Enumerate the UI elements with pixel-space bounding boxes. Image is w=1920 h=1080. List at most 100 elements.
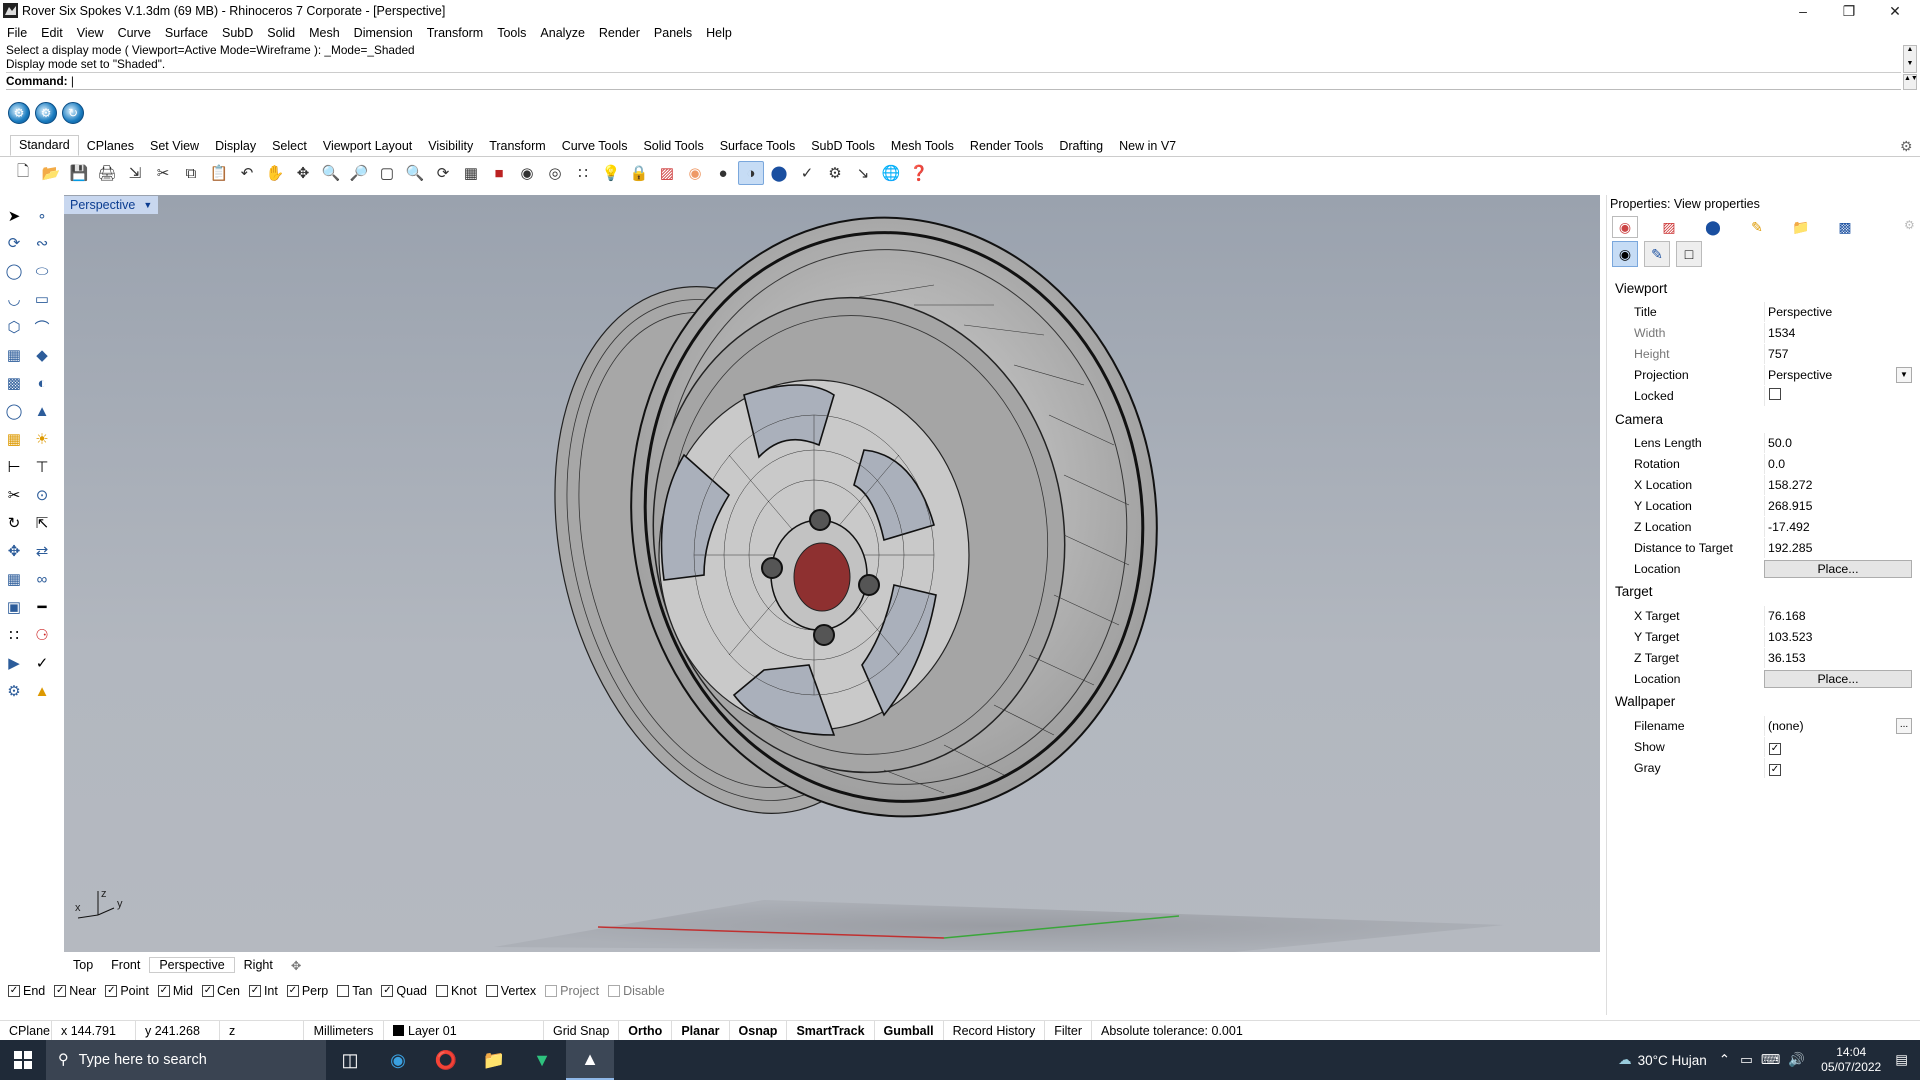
copy-icon[interactable]: ⧉ — [178, 161, 204, 185]
gear-blue-icon[interactable]: ⚙ — [35, 102, 57, 124]
layer-icon[interactable]: ▨ — [654, 161, 680, 185]
dropper-icon[interactable]: ✎ — [1644, 241, 1670, 267]
polyline-icon[interactable]: ⟳ — [2, 231, 26, 255]
extrude-icon[interactable]: ▲ — [30, 399, 54, 423]
rotation-field[interactable]: 0.0 — [1764, 454, 1912, 474]
osnap-int[interactable]: ✓ Int — [248, 984, 278, 998]
paint-brush-icon[interactable]: ✎ — [1744, 216, 1770, 238]
four-viewports-icon[interactable]: ▦ — [458, 161, 484, 185]
array-icon[interactable]: ▦ — [2, 567, 26, 591]
chevron-down-icon[interactable]: ▼ — [1896, 367, 1912, 383]
tab-set-view[interactable]: Set View — [142, 137, 207, 156]
y-location-field[interactable]: 268.915 — [1764, 496, 1912, 516]
menu-transform[interactable]: Transform — [420, 26, 491, 40]
add-viewport-icon[interactable]: ✥ — [282, 958, 310, 973]
x-location-field[interactable]: 158.272 — [1764, 475, 1912, 495]
import-icon[interactable]: ⇲ — [122, 161, 148, 185]
status-cplane[interactable]: CPlane — [0, 1020, 52, 1041]
mesh-icon[interactable]: ▦ — [2, 427, 26, 451]
tab-mesh-tools[interactable]: Mesh Tools — [883, 137, 962, 156]
menu-curve[interactable]: Curve — [111, 26, 158, 40]
toolbar-settings-gear-icon[interactable]: ⚙ — [1900, 138, 1913, 155]
rotate-icon[interactable]: ↻ — [2, 511, 26, 535]
tab-standard[interactable]: Standard — [10, 135, 79, 156]
status-filter[interactable]: Filter — [1045, 1020, 1093, 1041]
tab-curve-tools[interactable]: Curve Tools — [554, 137, 636, 156]
y-target-field[interactable]: 103.523 — [1764, 627, 1912, 647]
color-wheel-icon[interactable]: ◉ — [682, 161, 708, 185]
browse-button[interactable]: ... — [1896, 718, 1912, 734]
loft-icon[interactable]: ◆ — [30, 343, 54, 367]
z-location-field[interactable]: -17.492 — [1764, 517, 1912, 537]
file-explorer-icon[interactable]: 📁 — [470, 1040, 518, 1080]
color-wheel-icon[interactable]: ◉ — [1612, 216, 1638, 238]
tab-subd-tools[interactable]: SubD Tools — [803, 137, 883, 156]
osnap-checkbox[interactable]: ✓ — [54, 985, 67, 997]
save-icon[interactable]: 💾 — [66, 161, 92, 185]
clock[interactable]: 14:04 05/07/2022 — [1821, 1045, 1881, 1075]
car-icon[interactable]: ■ — [486, 161, 512, 185]
keyboard-icon[interactable]: ⌨ — [1761, 1052, 1781, 1068]
tab-select[interactable]: Select — [264, 137, 315, 156]
menu-solid[interactable]: Solid — [260, 26, 302, 40]
tab-new-in-v7[interactable]: New in V7 — [1111, 137, 1184, 156]
rhino-taskbar-icon[interactable]: ▲ — [566, 1040, 614, 1080]
zoom-window-icon[interactable]: 🔎 — [346, 161, 372, 185]
target-place-button[interactable]: Place... — [1764, 670, 1912, 688]
box-icon[interactable]: ▩ — [2, 371, 26, 395]
text-tool-icon[interactable]: ⊤ — [30, 455, 54, 479]
cylinder-icon[interactable]: ◯ — [2, 399, 26, 423]
render-icon[interactable]: ▲ — [30, 679, 54, 703]
tab-drafting[interactable]: Drafting — [1051, 137, 1111, 156]
menu-surface[interactable]: Surface — [158, 26, 215, 40]
camera-icon[interactable]: ◉ — [1612, 241, 1638, 267]
viewport-title-tab[interactable]: Perspective ▼ — [64, 196, 159, 214]
osnap-checkbox[interactable]: ✓ — [8, 985, 20, 997]
menu-render[interactable]: Render — [592, 26, 647, 40]
select-points-icon[interactable]: ∷ — [570, 161, 596, 185]
gumball-icon[interactable]: ⚆ — [30, 623, 54, 647]
lens-length-field[interactable]: 50.0 — [1764, 433, 1912, 453]
join-icon[interactable]: ∞ — [30, 567, 54, 591]
refresh-blue-icon[interactable]: ↻ — [62, 102, 84, 124]
rotate-view-icon[interactable]: ⟳ — [430, 161, 456, 185]
notification-icon[interactable]: ▤ — [1895, 1052, 1908, 1068]
paste-icon[interactable]: 📋 — [206, 161, 232, 185]
gear-blue-icon[interactable]: ⚙ — [8, 102, 30, 124]
ruler-icon[interactable]: ━ — [30, 595, 54, 619]
distance-field[interactable]: 192.285 — [1764, 538, 1912, 558]
select-arrow-icon[interactable]: ➤ — [2, 204, 26, 228]
close-button[interactable]: ✕ — [1872, 0, 1918, 22]
scale-icon[interactable]: ⇱ — [30, 511, 54, 535]
options-gear-icon[interactable]: ⚙ — [822, 161, 848, 185]
locked-checkbox[interactable] — [1769, 388, 1781, 400]
osnap-vertex[interactable]: Vertex — [485, 984, 536, 998]
status-ortho[interactable]: Ortho — [619, 1020, 673, 1041]
status-grid-snap[interactable]: Grid Snap — [544, 1020, 620, 1041]
osnap-checkbox[interactable] — [337, 985, 350, 997]
dimension-icon[interactable]: ↘ — [850, 161, 876, 185]
analyze-icon[interactable]: ✓ — [794, 161, 820, 185]
status-osnap[interactable]: Osnap — [730, 1020, 788, 1041]
prop-title-field[interactable]: Perspective — [1764, 302, 1912, 322]
osnap-checkbox[interactable]: ✓ — [248, 985, 261, 997]
tab-solid-tools[interactable]: Solid Tools — [635, 137, 711, 156]
osnap-mid[interactable]: ✓ Mid — [157, 984, 193, 998]
osnap-checkbox[interactable] — [545, 985, 558, 997]
menu-file[interactable]: File — [0, 26, 34, 40]
cut-icon[interactable]: ✂ — [150, 161, 176, 185]
object-properties-icon[interactable]: ◉ — [514, 161, 540, 185]
vpn-shield-icon[interactable]: ▼ — [518, 1040, 566, 1080]
command-line[interactable]: Command: | — [6, 74, 1901, 90]
x-target-field[interactable]: 76.168 — [1764, 606, 1912, 626]
show-checkbox[interactable]: ✓ — [1769, 743, 1781, 755]
task-view-icon[interactable]: ◫ — [326, 1040, 374, 1080]
osnap-checkbox[interactable]: ✓ — [202, 985, 214, 997]
osnap-point[interactable]: ✓ Point — [105, 984, 149, 998]
zoom-icon[interactable]: 🔍 — [318, 161, 344, 185]
block-icon[interactable]: ⚙ — [2, 679, 26, 703]
osnap-checkbox[interactable] — [436, 985, 448, 997]
osnap-disable[interactable]: Disable — [608, 984, 665, 998]
tab-transform[interactable]: Transform — [481, 137, 554, 156]
status-gumball[interactable]: Gumball — [875, 1020, 944, 1041]
